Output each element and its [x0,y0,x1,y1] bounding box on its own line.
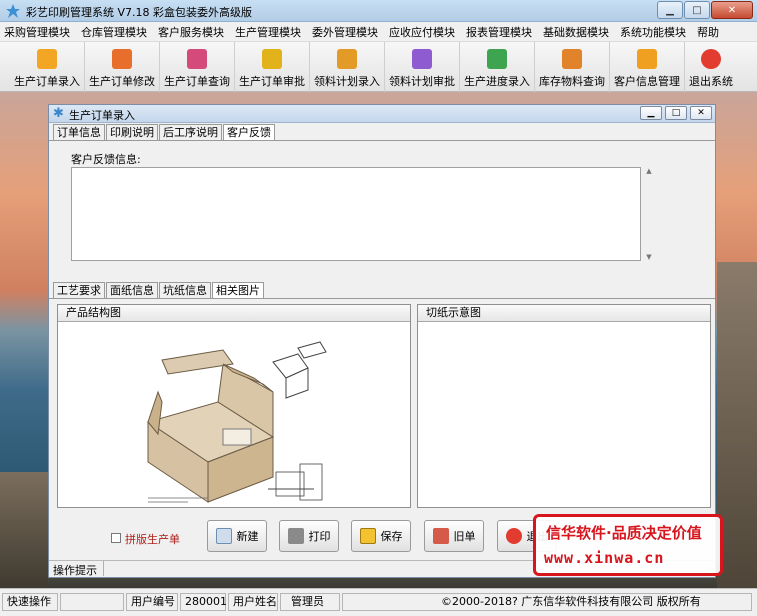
top-tab-strip: 订单信息 印刷说明 后工序说明 客户反馈 [53,124,276,140]
status-copyright: ©2000-2018? 广东信华软件科技有限公司 版权所有 [342,593,752,611]
order-entry-window: ✱ 生产订单录入 ▁ □ ✕ 订单信息 印刷说明 后工序说明 客户反馈 客户反馈… [48,104,716,578]
exit-icon [505,528,522,544]
menu-warehouse[interactable]: 仓库管理模块 [81,24,147,40]
tab-order-info[interactable]: 订单信息 [53,124,105,140]
floppy-disk-icon [359,528,376,544]
tab-related-images[interactable]: 相关图片 [212,282,264,298]
product-structure-header: 产品结构图 [58,305,410,322]
menu-outsourcing[interactable]: 委外管理模块 [312,24,378,40]
toolbar-inventory-query-button[interactable]: 库存物料查询 [535,42,610,92]
menu-system[interactable]: 系统功能模块 [620,24,686,40]
top-tab-divider [49,140,715,141]
brand-url: www.xinwa.cn [544,549,665,567]
tab-flute-paper[interactable]: 坑纸信息 [159,282,211,298]
imposition-checkbox-label: 拼版生产单 [125,533,180,546]
menu-purchase[interactable]: 采购管理模块 [4,24,70,40]
child-titlebar: ✱ 生产订单录入 ▁ □ ✕ [49,105,715,123]
toolbar-order-edit-button[interactable]: 生产订单修改 [85,42,160,92]
new-button[interactable]: 新建 [207,520,267,552]
exit-icon [701,49,721,69]
toolbar-customer-info-button[interactable]: 客户信息管理 [610,42,685,92]
status-quick-ops: 快速操作 [2,593,58,611]
product-structure-panel: 产品结构图 [57,304,411,508]
status-user-no-label: 用户编号 [126,593,178,611]
menu-receivable-payable[interactable]: 应收应付模块 [389,24,455,40]
maximize-icon: □ [671,108,681,118]
rock-right-decoration [717,262,757,588]
app-star-icon [6,4,20,18]
menu-bar: 采购管理模块 仓库管理模块 客户服务模块 生产管理模块 委外管理模块 应收应付模… [0,22,757,42]
order-edit-icon [112,49,132,69]
menu-customer-service[interactable]: 客户服务模块 [158,24,224,40]
minimize-icon: ▁ [647,108,655,118]
new-document-icon [215,528,232,544]
save-button[interactable]: 保存 [351,520,411,552]
order-entry-icon [37,49,57,69]
tab-print-notes[interactable]: 印刷说明 [106,124,158,140]
imposition-checkbox[interactable] [111,533,121,543]
scroll-up-icon: ▲ [646,167,652,175]
child-minimize-button[interactable]: ▁ [640,106,662,120]
toolbar-order-approve-button[interactable]: 生产订单审批 [235,42,310,92]
close-icon: ✕ [727,4,737,16]
close-button[interactable]: ✕ [711,1,753,19]
window-titlebar: 彩艺印刷管理系统 V7.18 彩盒包装委外高级版 ▁ □ ✕ [0,0,757,22]
child-star-icon: ✱ [53,106,64,121]
operation-hint-label: 操作提示 [53,564,97,577]
window-title: 彩艺印刷管理系统 V7.18 彩盒包装委外高级版 [26,6,253,19]
menu-reports[interactable]: 报表管理模块 [466,24,532,40]
print-button[interactable]: 打印 [279,520,339,552]
minimize-button[interactable]: ▁ [657,1,683,19]
minimize-icon: ▁ [666,4,674,16]
brand-slogan: 信华软件·品质决定价值 [546,524,702,542]
scroll-down-icon: ▼ [646,253,652,261]
toolbar-order-entry-button[interactable]: 生产订单录入 [10,42,85,92]
tab-face-paper[interactable]: 面纸信息 [106,282,158,298]
bottom-tab-divider [49,298,715,299]
status-user-name-label: 用户姓名 [228,593,278,611]
close-icon: ✕ [697,108,705,118]
menu-base-data[interactable]: 基础数据模块 [543,24,609,40]
status-user-no: 280001 [180,593,227,611]
progress-icon [487,49,507,69]
material-plan-icon [337,49,357,69]
toolbar-material-approve-button[interactable]: 领料计划审批 [385,42,460,92]
status-user-name: 管理员 [280,593,340,611]
child-maximize-button[interactable]: □ [665,106,687,120]
menu-production[interactable]: 生产管理模块 [235,24,301,40]
maximize-button[interactable]: □ [684,1,710,19]
status-bar: 快速操作 用户编号 280001 用户姓名 管理员 ©2000-2018? 广东… [0,588,757,616]
cutting-diagram-panel: 切纸示意图 [417,304,711,508]
status-spacer [60,593,124,611]
tab-customer-feedback[interactable]: 客户反馈 [223,124,275,140]
maximize-icon: □ [692,4,702,16]
bottom-tab-strip: 工艺要求 面纸信息 坑纸信息 相关图片 [53,282,265,298]
cutting-diagram-header: 切纸示意图 [418,305,710,322]
old-order-button[interactable]: 旧单 [424,520,484,552]
material-approve-icon [412,49,432,69]
feedback-scrollbar[interactable]: ▲ ▼ [643,167,655,261]
box-structure-drawing [136,324,336,506]
brand-watermark: 信华软件·品质决定价值 www.xinwa.cn [533,514,723,576]
feedback-label: 客户反馈信息: [71,153,141,166]
toolbar-progress-entry-button[interactable]: 生产进度录入 [460,42,535,92]
child-close-button[interactable]: ✕ [690,106,712,120]
main-toolbar: 生产订单录入 生产订单修改 生产订单查询 生产订单审批 领料计划录入 领料计划审… [0,42,757,92]
rock-left-decoration [0,472,48,588]
toolbar-material-plan-button[interactable]: 领料计划录入 [310,42,385,92]
inventory-icon [562,49,582,69]
old-order-icon [432,528,449,544]
customer-icon [637,49,657,69]
tab-process-requirements[interactable]: 工艺要求 [53,282,105,298]
order-approve-icon [262,49,282,69]
order-query-icon [187,49,207,69]
tab-post-process-notes[interactable]: 后工序说明 [159,124,222,140]
child-title: 生产订单录入 [69,109,135,122]
toolbar-order-query-button[interactable]: 生产订单查询 [160,42,235,92]
toolbar-exit-button[interactable]: 退出系统 [685,42,737,92]
printer-icon [287,528,304,544]
menu-help[interactable]: 帮助 [697,24,719,40]
feedback-textarea[interactable] [71,167,641,261]
